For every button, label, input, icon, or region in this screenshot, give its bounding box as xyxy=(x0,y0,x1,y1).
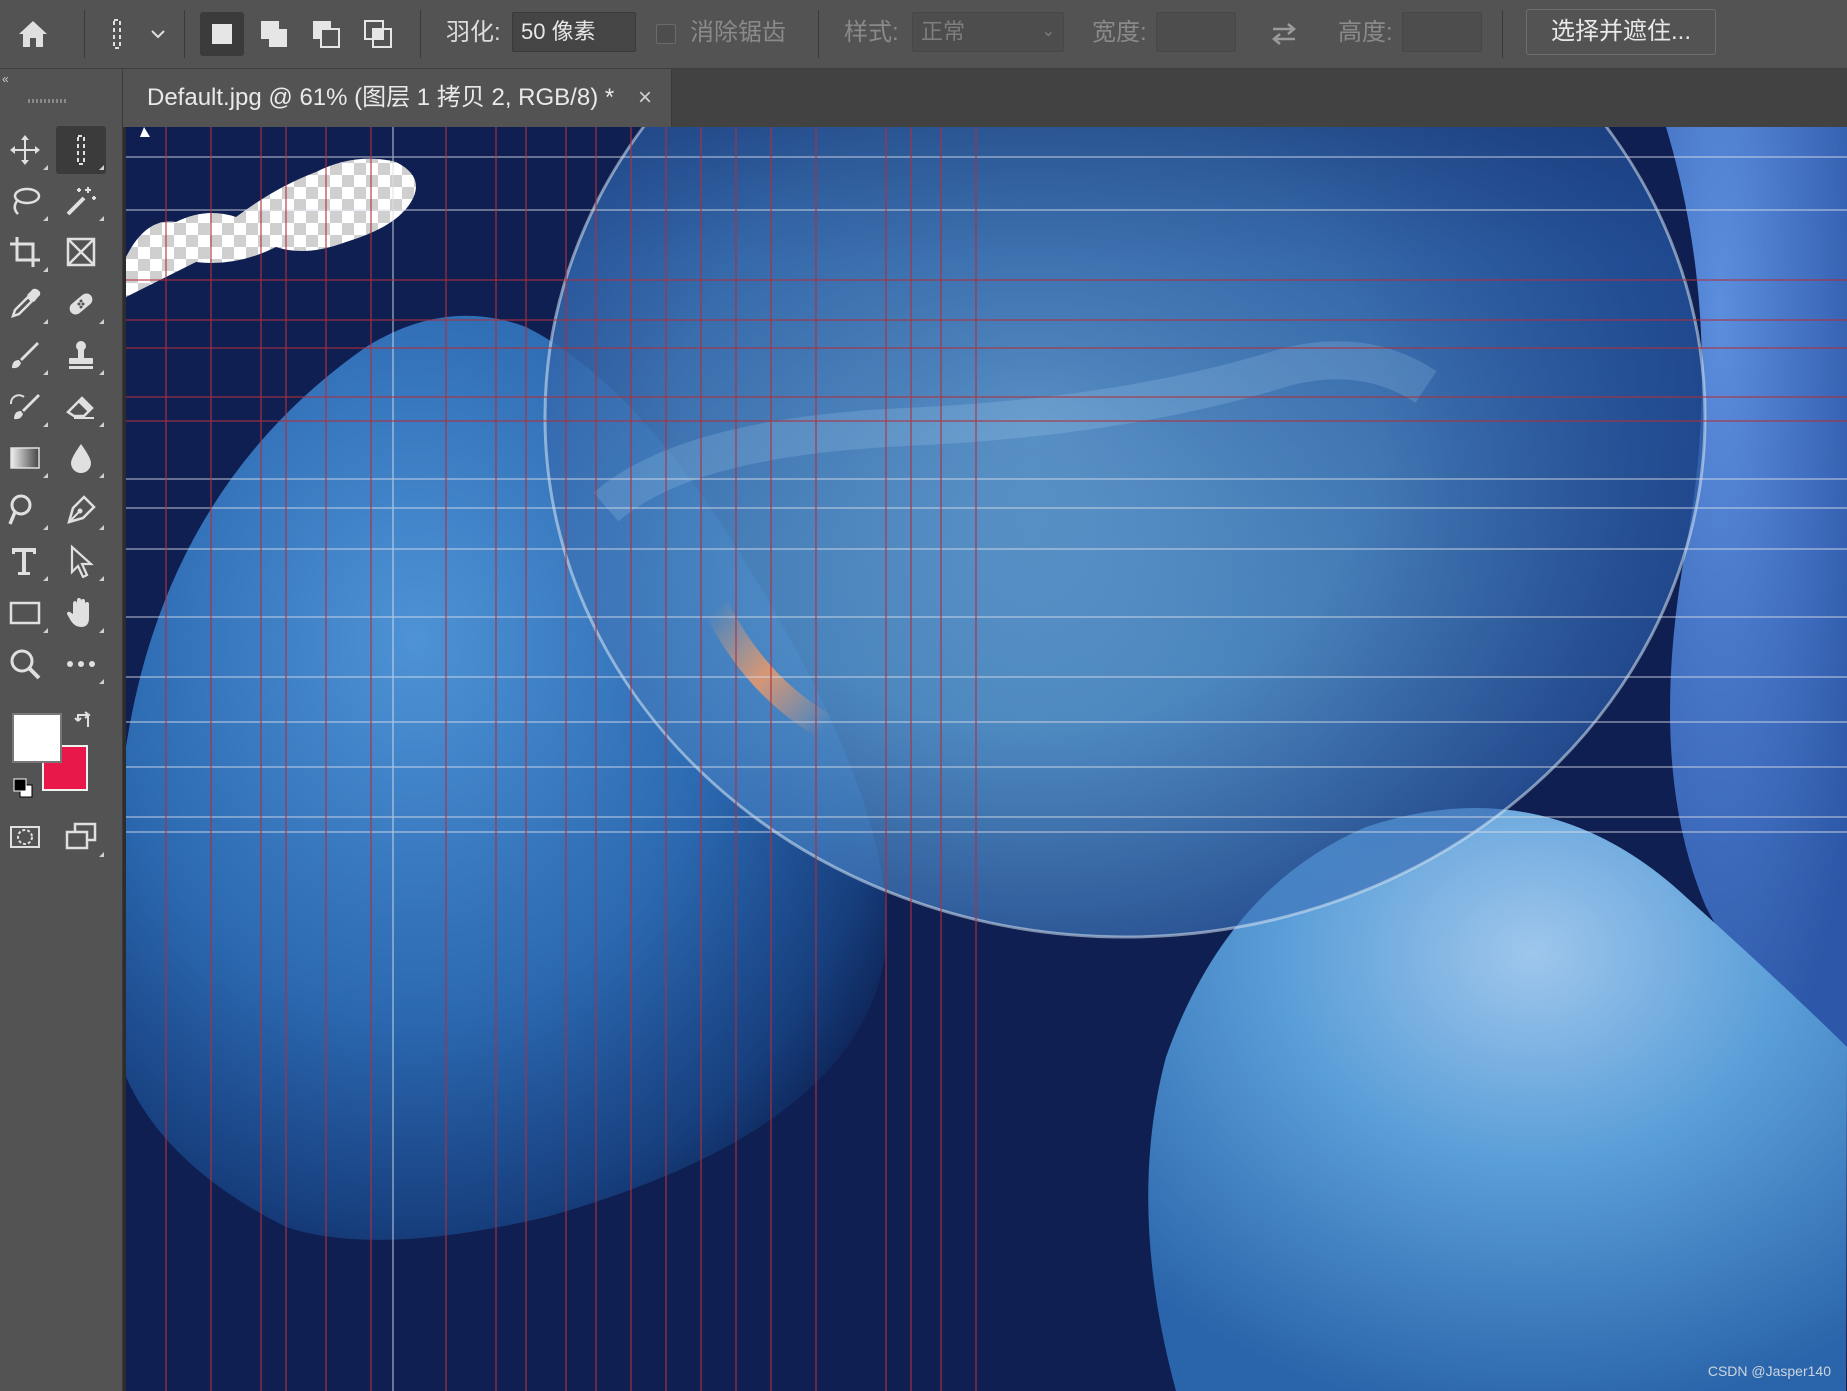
frame-tool-icon[interactable] xyxy=(56,228,106,276)
new-selection-button[interactable] xyxy=(200,12,244,56)
tools-panel: « xyxy=(0,69,123,1391)
style-label: 样式: xyxy=(844,19,899,46)
marquee-tool-icon[interactable] xyxy=(56,126,106,174)
canvas-artwork xyxy=(126,127,1847,1391)
chevron-down-icon: ⌄ xyxy=(1041,23,1055,40)
default-colors-icon[interactable] xyxy=(12,777,34,799)
height-input[interactable] xyxy=(1402,12,1482,52)
eraser-tool-icon[interactable] xyxy=(56,383,106,431)
feather-label: 羽化: xyxy=(446,19,501,46)
close-icon[interactable]: × xyxy=(633,83,657,113)
swap-colors-icon[interactable] xyxy=(74,711,96,733)
marquee-preset-icon[interactable] xyxy=(100,12,134,56)
document-tab-title: Default.jpg @ 61% (图层 1 拷贝 2, RGB/8) * xyxy=(147,84,615,111)
eyedropper-tool-icon[interactable] xyxy=(0,280,50,328)
antialias-label: 消除锯齿 xyxy=(690,19,786,46)
hand-tool-icon[interactable] xyxy=(56,589,106,637)
panel-grip[interactable] xyxy=(28,99,68,103)
brush-tool-icon[interactable] xyxy=(0,331,50,379)
width-label: 宽度: xyxy=(1092,19,1147,46)
history-brush-tool-icon[interactable] xyxy=(0,383,50,431)
chevron-down-icon[interactable] xyxy=(146,20,170,48)
zoom-tool-icon[interactable] xyxy=(0,640,50,688)
antialias-checkbox[interactable] xyxy=(656,24,676,44)
pen-tool-icon[interactable] xyxy=(56,486,106,534)
gradient-tool-icon[interactable] xyxy=(0,434,50,482)
options-bar: 羽化: 50 像素 消除锯齿 样式: 正常 ⌄ 宽度: 高度: 选择并遮住... xyxy=(0,0,1847,69)
screen-mode-icon[interactable] xyxy=(56,813,106,861)
dodge-tool-icon[interactable] xyxy=(0,486,50,534)
style-select[interactable]: 正常 ⌄ xyxy=(912,12,1064,52)
type-tool-icon[interactable] xyxy=(0,537,50,585)
document-tab-bar: Default.jpg @ 61% (图层 1 拷贝 2, RGB/8) * × xyxy=(123,69,1847,127)
document-canvas[interactable]: CSDN @Jasper140 xyxy=(126,127,1847,1391)
watermark-text: CSDN @Jasper140 xyxy=(1707,1363,1831,1379)
magic-wand-tool-icon[interactable] xyxy=(56,177,106,225)
style-select-value: 正常 xyxy=(921,19,966,44)
clone-stamp-tool-icon[interactable] xyxy=(56,331,106,379)
healing-brush-tool-icon[interactable] xyxy=(56,280,106,328)
height-label: 高度: xyxy=(1338,19,1393,46)
foreground-color-swatch[interactable] xyxy=(12,713,62,763)
swap-width-height-icon[interactable] xyxy=(1264,16,1304,52)
move-tool-icon[interactable] xyxy=(0,126,50,174)
lasso-tool-icon[interactable] xyxy=(0,177,50,225)
path-selection-tool-icon[interactable] xyxy=(56,537,106,585)
width-input[interactable] xyxy=(1156,12,1236,52)
crop-tool-icon[interactable] xyxy=(0,228,50,276)
intersect-selection-button[interactable] xyxy=(356,12,400,56)
more-tools-icon[interactable] xyxy=(56,640,106,688)
blur-tool-icon[interactable] xyxy=(56,434,106,482)
home-icon[interactable] xyxy=(10,12,56,56)
document-tab[interactable]: Default.jpg @ 61% (图层 1 拷贝 2, RGB/8) * × xyxy=(123,69,672,127)
collapse-arrow-icon[interactable]: « xyxy=(2,72,9,86)
feather-input[interactable]: 50 像素 xyxy=(512,12,636,52)
select-and-mask-button[interactable]: 选择并遮住... xyxy=(1526,9,1716,55)
subtract-from-selection-button[interactable] xyxy=(304,12,348,56)
rectangle-tool-icon[interactable] xyxy=(0,589,50,637)
quick-mask-icon[interactable] xyxy=(0,813,50,861)
add-to-selection-button[interactable] xyxy=(252,12,296,56)
